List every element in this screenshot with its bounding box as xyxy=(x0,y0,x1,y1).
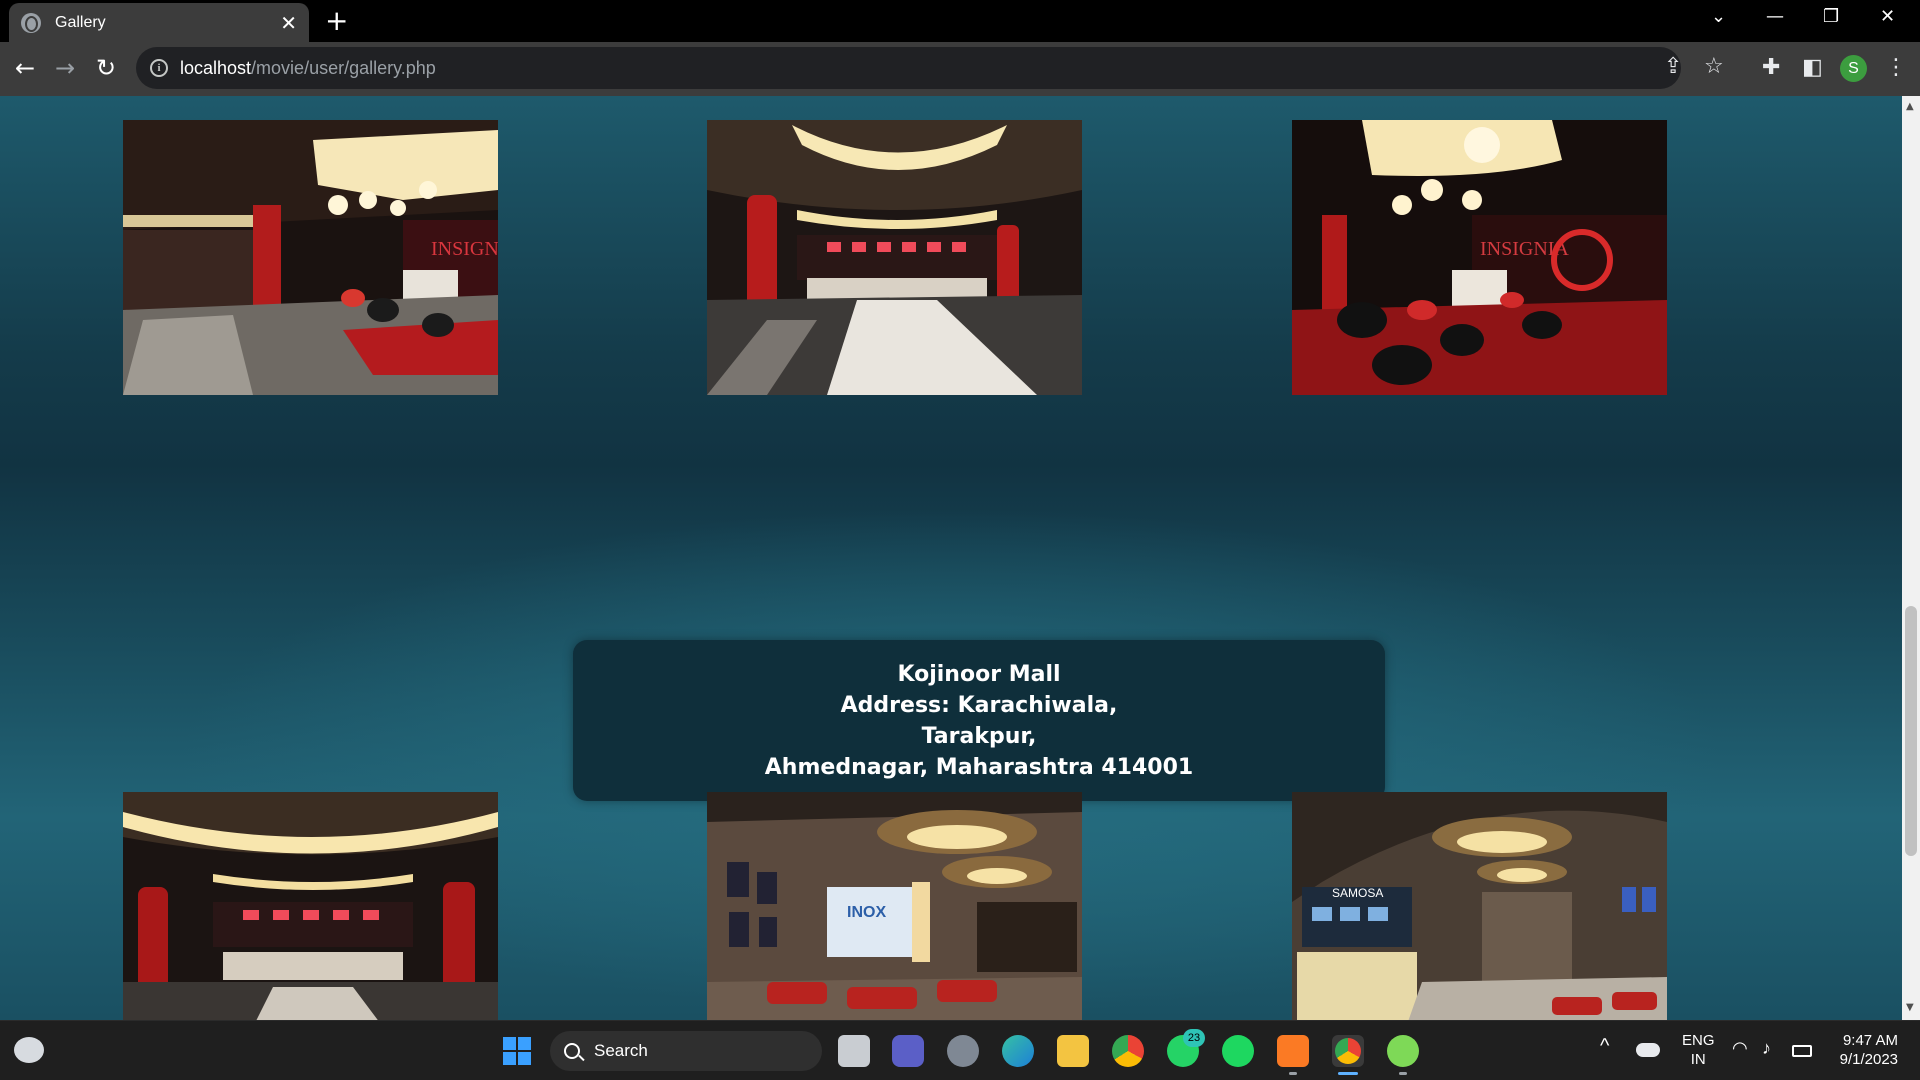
forward-icon[interactable]: → xyxy=(55,54,75,82)
xampp-icon[interactable] xyxy=(1277,1035,1309,1067)
scrollbar-thumb[interactable] xyxy=(1905,606,1917,856)
globe-icon xyxy=(21,12,41,33)
tab-close-icon[interactable]: ✕ xyxy=(280,13,297,33)
chrome-icon[interactable] xyxy=(1112,1035,1144,1067)
tab-search-icon[interactable]: ⌄ xyxy=(1711,6,1726,27)
page-scrollbar[interactable]: ▲ ▼ xyxy=(1902,96,1920,1020)
gallery-image[interactable]: SAMOSA xyxy=(1292,792,1667,1020)
browser-tabstrip: Gallery ✕ + ⌄ — ❐ ✕ xyxy=(0,0,1920,42)
running-indicator xyxy=(1399,1072,1407,1075)
side-panel-icon[interactable]: ◧ xyxy=(1802,56,1823,80)
lobby-photo-4 xyxy=(123,792,498,1020)
back-icon[interactable]: ← xyxy=(15,54,35,82)
url-text[interactable]: localhost/movie/user/gallery.php xyxy=(180,58,436,79)
app-icon[interactable] xyxy=(1387,1035,1419,1067)
gallery-image[interactable]: INOX xyxy=(707,792,1082,1020)
clock-time: 9:47 AM xyxy=(1842,1032,1898,1049)
gallery-image[interactable] xyxy=(123,792,498,1020)
url-host: localhost xyxy=(180,57,252,78)
taskbar-search[interactable]: Search xyxy=(550,1031,822,1071)
site-info-icon[interactable]: i xyxy=(150,59,168,77)
onedrive-icon[interactable] xyxy=(1636,1043,1660,1057)
restore-icon[interactable]: ❐ xyxy=(1823,6,1839,27)
lobby-photo-3: INSIGNIA xyxy=(1292,120,1667,395)
show-hidden-icons-chevron-icon[interactable]: ^ xyxy=(1600,1036,1609,1056)
lobby-photo-6: SAMOSA xyxy=(1292,792,1667,1020)
venue-info-box: Kojinoor Mall Address: Karachiwala, Tara… xyxy=(573,640,1385,801)
clock[interactable]: 9:47 AM 9/1/2023 xyxy=(1830,1031,1898,1069)
teams-icon[interactable] xyxy=(892,1035,924,1067)
windows-taskbar: Search 23 ^ ENG IN ◠ ♪ 9:47 AM 9/1/2023 xyxy=(0,1020,1920,1080)
chrome-active-icon[interactable] xyxy=(1332,1035,1364,1067)
search-icon xyxy=(564,1043,580,1059)
bookmark-star-icon[interactable]: ☆ xyxy=(1704,55,1724,79)
chrome-menu-icon[interactable]: ⋮ xyxy=(1885,56,1907,80)
settings-icon[interactable] xyxy=(947,1035,979,1067)
browser-toolbar: ← → ↻ i localhost/movie/user/gallery.php… xyxy=(0,42,1920,96)
page-viewport: INSIGNIA xyxy=(0,96,1902,1020)
scroll-up-icon[interactable]: ▲ xyxy=(1906,101,1914,112)
minimize-icon[interactable]: — xyxy=(1766,6,1784,27)
weather-icon[interactable] xyxy=(14,1037,44,1063)
venue-address-line2: Tarakpur, xyxy=(921,723,1037,749)
profile-avatar[interactable]: S xyxy=(1840,55,1867,82)
clock-date: 9/1/2023 xyxy=(1839,1051,1898,1068)
edge-icon[interactable] xyxy=(1002,1035,1034,1067)
lobby-photo-2 xyxy=(707,120,1082,395)
windows-start-icon[interactable] xyxy=(501,1035,533,1067)
taskbar-search-label: Search xyxy=(594,1041,648,1060)
task-view-icon[interactable] xyxy=(838,1035,870,1067)
whatsapp-badge: 23 xyxy=(1183,1029,1205,1047)
gallery-image[interactable] xyxy=(707,120,1082,395)
running-indicator xyxy=(1289,1072,1297,1075)
svg-text:INSIGNIA: INSIGNIA xyxy=(431,238,498,260)
active-indicator xyxy=(1338,1072,1358,1075)
venue-address-line3: Ahmednagar, Maharashtra 414001 xyxy=(764,754,1194,780)
address-bar[interactable]: i localhost/movie/user/gallery.php ⇪ ☆ xyxy=(136,47,1724,89)
volume-icon[interactable]: ♪ xyxy=(1762,1039,1771,1058)
language-code: ENG xyxy=(1682,1032,1715,1049)
language-region: IN xyxy=(1690,1051,1706,1068)
svg-text:SAMOSA: SAMOSA xyxy=(1332,886,1383,900)
svg-text:INOX: INOX xyxy=(847,904,886,921)
scroll-down-icon[interactable]: ▼ xyxy=(1906,1002,1914,1013)
url-path: /movie/user/gallery.php xyxy=(251,57,436,78)
tab-gallery[interactable]: Gallery ✕ xyxy=(9,3,309,42)
gallery-image[interactable]: INSIGNIA xyxy=(1292,120,1667,395)
share-icon[interactable]: ⇪ xyxy=(1664,55,1682,79)
lobby-photo-1: INSIGNIA xyxy=(123,120,498,395)
venue-name: Kojinoor Mall xyxy=(897,661,1061,687)
wifi-icon[interactable]: ◠ xyxy=(1732,1039,1748,1058)
lobby-photo-5: INOX xyxy=(707,792,1082,1020)
reload-icon[interactable]: ↻ xyxy=(96,54,116,82)
spotify-icon[interactable] xyxy=(1222,1035,1254,1067)
window-close-icon[interactable]: ✕ xyxy=(1880,6,1895,27)
file-explorer-icon[interactable] xyxy=(1057,1035,1089,1067)
venue-address-line1: Address: Karachiwala, xyxy=(840,692,1118,718)
tab-title: Gallery xyxy=(55,13,106,31)
battery-icon[interactable] xyxy=(1792,1045,1812,1057)
gallery-image[interactable]: INSIGNIA xyxy=(123,120,498,395)
new-tab-button[interactable]: + xyxy=(325,7,348,35)
language-indicator[interactable]: ENG IN xyxy=(1682,1031,1715,1069)
extensions-icon[interactable]: ✚ xyxy=(1762,56,1780,80)
